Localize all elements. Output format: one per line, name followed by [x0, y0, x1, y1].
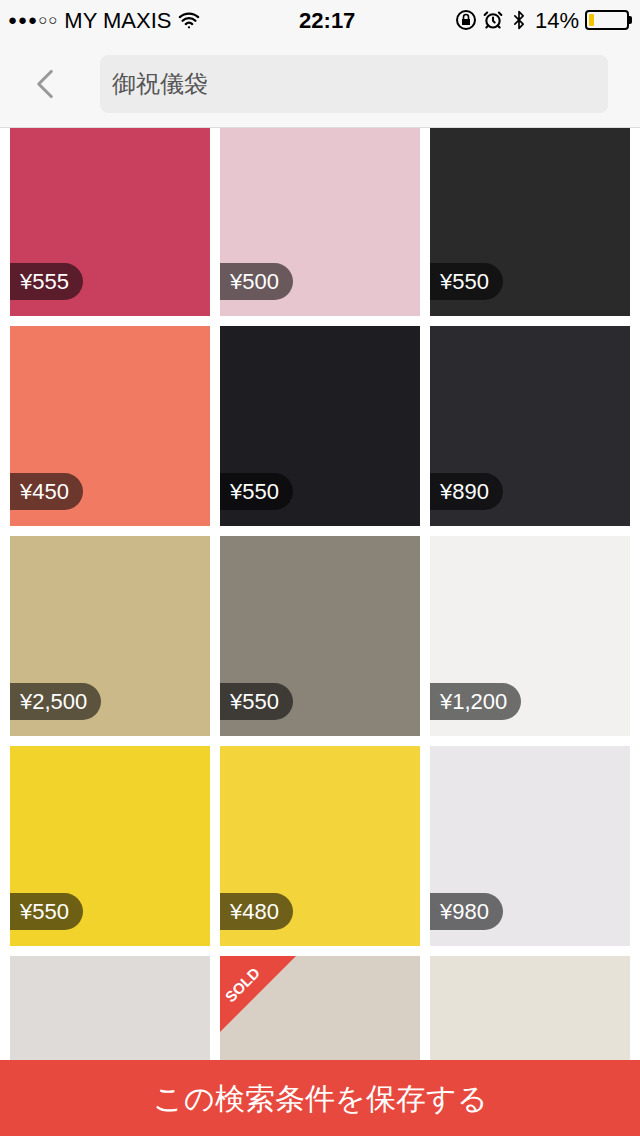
price-badge: ¥550: [220, 473, 293, 510]
product-card[interactable]: ¥1,200: [430, 536, 630, 736]
product-card[interactable]: ¥555: [10, 128, 210, 316]
price-badge: ¥480: [220, 893, 293, 930]
sold-ribbon: SOLD: [220, 956, 296, 1032]
product-card[interactable]: ¥550: [430, 128, 630, 316]
price-badge: ¥550: [10, 893, 83, 930]
product-card[interactable]: ¥480: [220, 746, 420, 946]
alarm-icon: [483, 10, 503, 30]
status-bar: ●●●○○ MY MAXIS 22:17 14%: [0, 0, 640, 40]
carrier: MY MAXIS: [64, 4, 171, 37]
price-badge: ¥450: [10, 473, 83, 510]
wifi-icon: [178, 9, 200, 31]
bluetooth-icon: [509, 10, 529, 30]
rotation-lock-icon: [455, 9, 477, 31]
price-badge: ¥980: [430, 893, 503, 930]
battery-icon: [585, 10, 632, 30]
signal-strength: ●●●○○: [8, 9, 58, 32]
price-badge: ¥550: [430, 263, 503, 300]
product-card[interactable]: ¥450: [10, 326, 210, 526]
product-card[interactable]: ¥550: [220, 326, 420, 526]
back-icon[interactable]: [20, 59, 70, 109]
product-card[interactable]: ¥550: [220, 536, 420, 736]
app-screen: ●●●○○ MY MAXIS 22:17 14% 御祝儀袋 ¥555 ¥500 ¥550 ¥45…: [0, 0, 640, 1136]
save-search-button[interactable]: この検索条件を保存する: [0, 1060, 640, 1136]
product-card[interactable]: ¥980: [430, 746, 630, 946]
price-badge: ¥890: [430, 473, 503, 510]
price-badge: ¥550: [220, 683, 293, 720]
clock: 22:17: [299, 4, 355, 37]
product-card[interactable]: ¥550: [10, 746, 210, 946]
price-badge: ¥2,500: [10, 683, 101, 720]
price-badge: ¥555: [10, 263, 83, 300]
price-badge: ¥500: [220, 263, 293, 300]
product-card[interactable]: ¥500: [220, 128, 420, 316]
price-badge: ¥1,200: [430, 683, 521, 720]
product-card[interactable]: ¥2,500: [10, 536, 210, 736]
battery-percent: 14%: [535, 4, 579, 37]
search-header: 御祝儀袋: [0, 40, 640, 128]
results-list[interactable]: ¥555 ¥500 ¥550 ¥450 ¥550 ¥890 ¥2,500 ¥550 ¥1,200…: [0, 128, 640, 1136]
search-field[interactable]: 御祝儀袋: [100, 55, 608, 113]
product-card[interactable]: ¥890: [430, 326, 630, 526]
